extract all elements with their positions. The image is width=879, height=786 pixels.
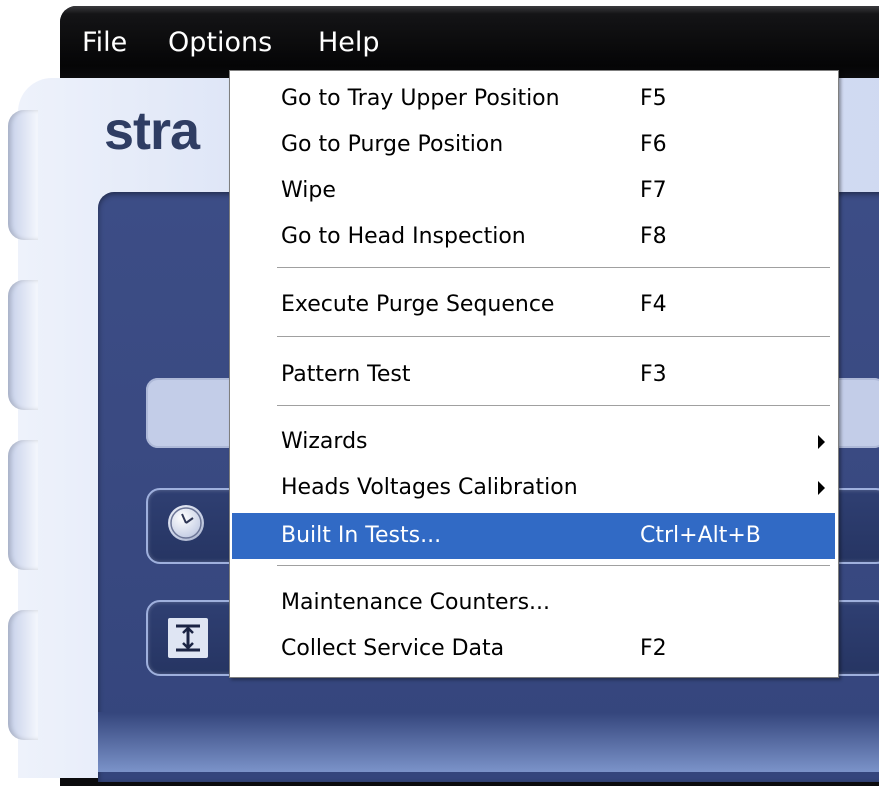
menu-file[interactable]: File — [80, 24, 129, 64]
menu-item-label: Maintenance Counters... — [281, 590, 551, 615]
menu-item-maintenance-counters[interactable]: Maintenance Counters... — [232, 580, 835, 626]
side-tab — [8, 280, 38, 410]
chevron-right-icon — [818, 435, 825, 449]
menu-item-label: Pattern Test — [281, 362, 411, 387]
menu-options[interactable]: Options — [166, 24, 274, 64]
clock-icon — [168, 505, 204, 541]
menu-separator — [277, 565, 830, 567]
menu-item-shortcut: F3 — [640, 362, 667, 387]
height-gauge-icon — [168, 618, 208, 658]
panel-footer-glow — [98, 712, 879, 772]
menu-item-shortcut: F5 — [640, 86, 667, 111]
menu-item-shortcut: F2 — [640, 636, 667, 661]
menu-item-purge-position[interactable]: Go to Purge Position F6 — [232, 122, 835, 168]
app-logo: stra — [104, 101, 200, 161]
menu-item-tray-upper-position[interactable]: Go to Tray Upper Position F5 — [232, 76, 835, 122]
menu-item-heads-voltages-calibration[interactable]: Heads Voltages Calibration — [232, 465, 835, 511]
menu-item-collect-service-data[interactable]: Collect Service Data F2 — [232, 626, 835, 672]
chevron-right-icon — [818, 481, 825, 495]
menu-separator — [277, 267, 830, 269]
menu-item-label: Go to Tray Upper Position — [281, 86, 560, 111]
menu-item-label: Collect Service Data — [281, 636, 505, 661]
menu-item-label: Heads Voltages Calibration — [281, 475, 578, 500]
menu-item-shortcut: F4 — [640, 292, 667, 317]
menu-item-shortcut: F6 — [640, 132, 667, 157]
side-tab — [8, 610, 38, 740]
menu-item-label: Go to Head Inspection — [281, 224, 526, 249]
menu-item-label: Go to Purge Position — [281, 132, 504, 157]
menu-item-built-in-tests[interactable]: Built In Tests... Ctrl+Alt+B — [232, 513, 835, 559]
menu-item-pattern-test[interactable]: Pattern Test F3 — [232, 352, 835, 398]
menu-item-head-inspection[interactable]: Go to Head Inspection F8 — [232, 214, 835, 260]
menu-help[interactable]: Help — [316, 24, 382, 64]
menu-separator — [277, 336, 830, 338]
menu-item-shortcut: Ctrl+Alt+B — [640, 523, 761, 548]
side-tab — [8, 110, 38, 240]
menu-item-shortcut: F8 — [640, 224, 667, 249]
options-dropdown-menu: Go to Tray Upper Position F5 Go to Purge… — [229, 70, 839, 678]
menu-item-wizards[interactable]: Wizards — [232, 419, 835, 465]
menu-item-execute-purge-sequence[interactable]: Execute Purge Sequence F4 — [232, 282, 835, 328]
menu-separator — [277, 405, 830, 407]
menu-item-shortcut: F7 — [640, 178, 667, 203]
menu-item-wipe[interactable]: Wipe F7 — [232, 168, 835, 214]
menu-item-label: Execute Purge Sequence — [281, 292, 555, 317]
menu-item-label: Wizards — [281, 429, 368, 454]
menu-item-label: Built In Tests... — [281, 523, 442, 548]
menu-item-label: Wipe — [281, 178, 336, 203]
side-tab — [8, 440, 38, 570]
